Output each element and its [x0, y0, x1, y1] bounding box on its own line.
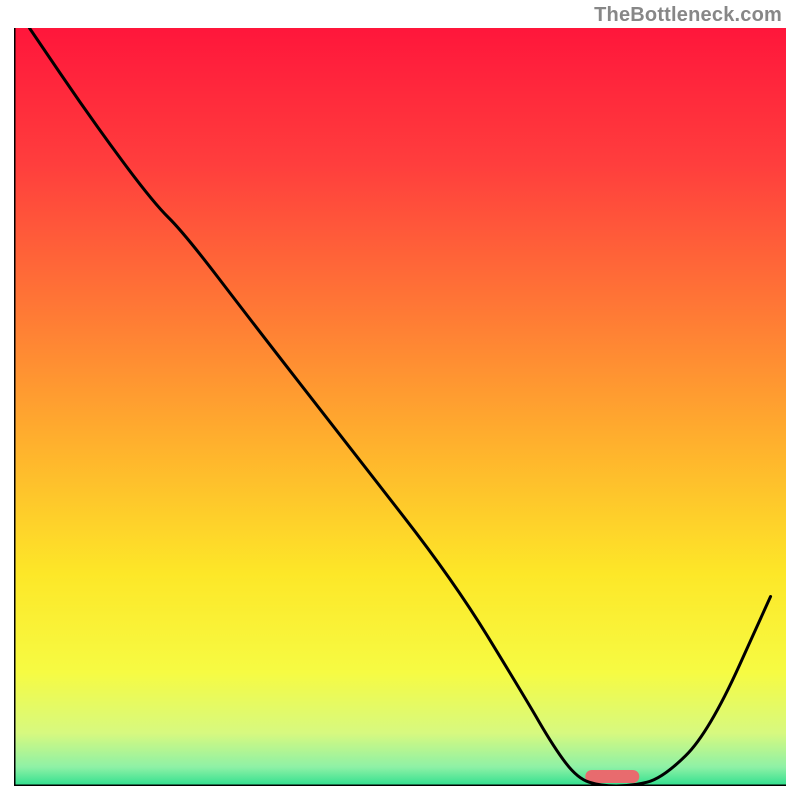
watermark-text: TheBottleneck.com	[594, 4, 782, 27]
gradient-background	[14, 28, 786, 786]
chart-svg	[14, 28, 786, 786]
optimal-marker	[585, 770, 639, 783]
chart-container: TheBottleneck.com	[0, 0, 800, 800]
plot-area	[14, 28, 786, 786]
